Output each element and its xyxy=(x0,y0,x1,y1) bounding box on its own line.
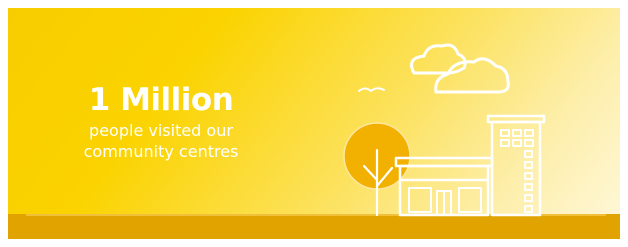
community-illustration xyxy=(8,43,620,239)
bird-icon xyxy=(358,87,385,93)
building-icon xyxy=(394,156,494,217)
cloud-icon xyxy=(410,43,510,94)
apartment-tower-icon xyxy=(486,114,546,217)
ground-strip xyxy=(8,214,620,239)
stat-card: 1 Million people visited our community c… xyxy=(8,8,620,239)
